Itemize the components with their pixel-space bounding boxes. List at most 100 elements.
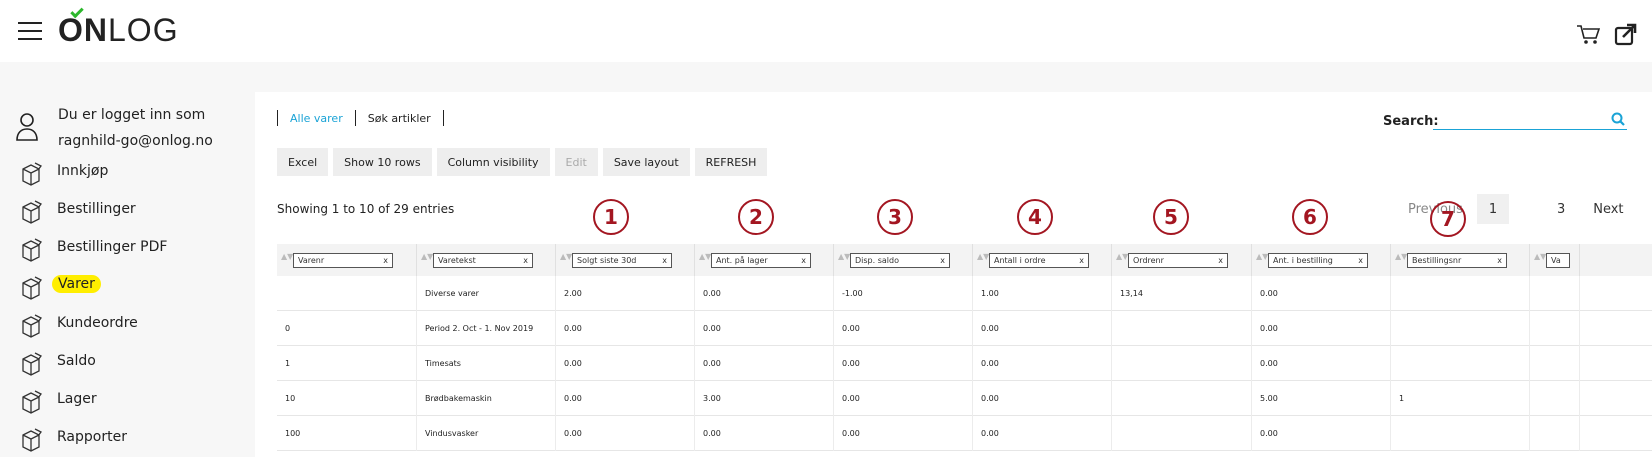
column-header[interactable]: ▲▼ Varetekst x: [417, 244, 556, 276]
column-filter-input[interactable]: Antall i ordre x: [989, 253, 1089, 268]
box-icon: [22, 428, 42, 452]
tab-alle-varer[interactable]: Alle varer: [278, 112, 355, 125]
column-visibility-button[interactable]: Column visibility: [436, 148, 550, 176]
column-filter-label: Ant. i bestilling: [1273, 256, 1333, 265]
clear-filter-icon[interactable]: x: [383, 254, 388, 267]
cart-icon[interactable]: [1576, 24, 1600, 46]
toolbar: Excel Show 10 rows Column visibility Edi…: [277, 148, 768, 176]
column-header[interactable]: ▲▼ Va: [1530, 244, 1580, 276]
excel-button[interactable]: Excel: [277, 148, 329, 176]
column-filter-input[interactable]: Va: [1546, 253, 1570, 268]
box-icon: [22, 200, 42, 224]
search-input[interactable]: [1433, 108, 1627, 130]
table-cell: 13,14: [1112, 276, 1252, 311]
view-tabs: Alle varer Søk artikler: [277, 110, 444, 126]
sort-icon[interactable]: ▲▼: [281, 253, 293, 261]
sidebar-item-lager[interactable]: Lager: [20, 386, 240, 416]
table-cell: [1530, 381, 1580, 416]
table-cell: 0.00: [834, 381, 973, 416]
items-table: ▲▼ Varenr x ▲▼ Varetekst x ▲▼ Solgt siste 30d x ▲…: [277, 244, 1652, 451]
show-rows-button[interactable]: Show 10 rows: [333, 148, 432, 176]
annotation-badge-5: 5: [1153, 199, 1189, 235]
table-cell: 0.00: [973, 381, 1112, 416]
sidebar-item-innkjøp[interactable]: Innkjøp: [20, 158, 240, 188]
external-link-icon[interactable]: [1614, 22, 1638, 46]
column-filter-label: Varenr: [298, 256, 325, 265]
sort-icon[interactable]: ▲▼: [1116, 253, 1128, 261]
clear-filter-icon[interactable]: x: [1497, 254, 1502, 267]
column-filter-input[interactable]: Ordrenr x: [1128, 253, 1228, 268]
table-row[interactable]: 100 Vindusvasker 0.00 0.00 0.00 0.00 0.00: [277, 416, 1652, 451]
table-cell: [1530, 346, 1580, 381]
table-cell: [1112, 346, 1252, 381]
column-filter-input[interactable]: Disp. saldo x: [850, 253, 950, 268]
table-row[interactable]: 0 Period 2. Oct - 1. Nov 2019 0.00 0.00 0.00…: [277, 311, 1652, 346]
column-filter-input[interactable]: Ant. på lager x: [711, 253, 811, 268]
column-header[interactable]: ▲▼ Ant. i bestilling x: [1252, 244, 1391, 276]
sort-icon[interactable]: ▲▼: [421, 253, 433, 261]
hamburger-icon[interactable]: [18, 22, 42, 42]
page-1-button[interactable]: 1: [1476, 194, 1509, 224]
sort-icon[interactable]: ▲▼: [1534, 253, 1546, 261]
sidebar-item-label: Varer: [52, 275, 101, 293]
table-cell: 0.00: [834, 346, 973, 381]
column-filter-label: Va: [1551, 256, 1561, 265]
sort-icon[interactable]: ▲▼: [1256, 253, 1268, 261]
column-header[interactable]: ▲▼ Solgt siste 30d x: [556, 244, 695, 276]
column-filter-input[interactable]: Bestillingsnr x: [1407, 253, 1507, 268]
table-cell: 0.00: [834, 311, 973, 346]
clear-filter-icon[interactable]: x: [662, 254, 667, 267]
entries-info: Showing 1 to 10 of 29 entries: [277, 202, 455, 216]
clear-filter-icon[interactable]: x: [1079, 254, 1084, 267]
main-panel: Alle varer Søk artikler Search: Excel Sh…: [255, 92, 1652, 457]
table-cell: [1112, 381, 1252, 416]
sidebar-item-bestillinger[interactable]: Bestillinger: [20, 196, 240, 226]
sort-icon[interactable]: ▲▼: [1395, 253, 1407, 261]
table-cell: 0.00: [973, 311, 1112, 346]
table-cell: -1.00: [834, 276, 973, 311]
next-page-button[interactable]: Next: [1585, 202, 1631, 217]
refresh-button[interactable]: REFRESH: [694, 148, 768, 176]
sidebar-item-label: Kundeordre: [57, 315, 138, 331]
onlog-logo[interactable]: O NLOG: [58, 4, 179, 49]
sidebar-item-kundeordre[interactable]: Kundeordre: [20, 310, 240, 340]
save-layout-button[interactable]: Save layout: [602, 148, 690, 176]
column-filter-input[interactable]: Ant. i bestilling x: [1268, 253, 1368, 268]
search-icon[interactable]: [1611, 112, 1625, 126]
sidebar-item-bestillinger-pdf[interactable]: Bestillinger PDF: [20, 234, 240, 264]
clear-filter-icon[interactable]: x: [1358, 254, 1363, 267]
clear-filter-icon[interactable]: x: [1218, 254, 1223, 267]
column-header[interactable]: ▲▼ Ant. på lager x: [695, 244, 834, 276]
table-row[interactable]: 1 Timesats 0.00 0.00 0.00 0.00 0.00: [277, 346, 1652, 381]
column-header[interactable]: ▲▼ Ordrenr x: [1112, 244, 1252, 276]
search-label: Search:: [1383, 114, 1439, 129]
column-filter-input[interactable]: Varenr x: [293, 253, 393, 268]
table-cell: 0.00: [1252, 416, 1391, 451]
page-3-button[interactable]: 3: [1549, 202, 1573, 217]
table-row[interactable]: 10 Brødbakemaskin 0.00 3.00 0.00 0.00 5.00 1: [277, 381, 1652, 416]
column-filter-input[interactable]: Solgt siste 30d x: [572, 253, 672, 268]
table-cell: 0.00: [556, 416, 695, 451]
column-header[interactable]: ▲▼ Antall i ordre x: [973, 244, 1112, 276]
column-filter-input[interactable]: Varetekst x: [433, 253, 533, 268]
table-row[interactable]: Diverse varer 2.00 0.00 -1.00 1.00 13,14 0.00: [277, 276, 1652, 311]
column-header[interactable]: ▲▼ Disp. saldo x: [834, 244, 973, 276]
clear-filter-icon[interactable]: x: [940, 254, 945, 267]
sidebar-item-varer[interactable]: Varer: [20, 272, 240, 302]
table-cell: 0.00: [1252, 276, 1391, 311]
clear-filter-icon[interactable]: x: [523, 254, 528, 267]
column-header[interactable]: ▲▼ Bestillingsnr x: [1391, 244, 1530, 276]
sort-icon[interactable]: ▲▼: [838, 253, 850, 261]
box-icon: [22, 390, 42, 414]
edit-button[interactable]: Edit: [554, 148, 598, 176]
tab-sok-artikler[interactable]: Søk artikler: [356, 112, 443, 125]
sidebar-item-saldo[interactable]: Saldo: [20, 348, 240, 378]
sidebar-item-label: Lager: [57, 391, 97, 407]
sort-icon[interactable]: ▲▼: [699, 253, 711, 261]
column-header[interactable]: ▲▼ Varenr x: [277, 244, 417, 276]
table-cell: 3.00: [695, 381, 834, 416]
clear-filter-icon[interactable]: x: [801, 254, 806, 267]
sort-icon[interactable]: ▲▼: [560, 253, 572, 261]
sidebar-item-rapporter[interactable]: Rapporter: [20, 424, 240, 454]
sort-icon[interactable]: ▲▼: [977, 253, 989, 261]
